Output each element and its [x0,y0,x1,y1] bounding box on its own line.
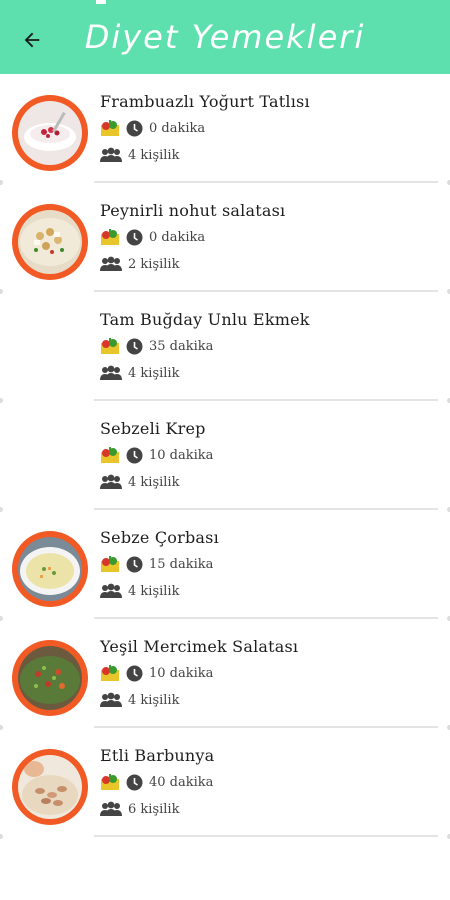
recipe-servings: 4 kişilik [128,692,180,708]
recipe-item[interactable]: Sebzeli Krep 10 dakika 4 kişilik [0,401,450,512]
recipe-thumbnail [12,95,88,171]
recipe-servings: 4 kişilik [128,365,180,381]
recipe-thumbnail [12,749,88,825]
recipe-name: Yeşil Mercimek Salatası [100,637,299,656]
recipe-thumbnail [12,531,88,607]
clock-icon [126,774,143,790]
clock-icon [126,338,143,354]
vegetables-icon [101,665,119,681]
people-icon [100,692,122,707]
recipe-time: 35 dakika [149,338,214,354]
people-icon [100,147,122,162]
recipe-time: 0 dakika [149,229,206,245]
app-bar: Diyet Yemekleri [0,0,450,74]
recipe-name: Peynirli nohut salatası [100,201,286,220]
recipe-time: 10 dakika [149,447,214,463]
people-icon [100,474,122,489]
recipe-name: Sebzeli Krep [100,419,206,438]
recipe-servings: 4 kişilik [128,583,180,599]
vegetables-icon [101,120,119,136]
recipe-name: Tam Buğday Unlu Ekmek [100,310,310,329]
vegetables-icon [101,447,119,463]
divider [94,835,438,837]
recipe-item[interactable]: Frambuazlı Yoğurt Tatlısı 0 dakika 4 kiş… [0,74,450,185]
people-icon [100,801,122,816]
recipe-name: Frambuazlı Yoğurt Tatlısı [100,92,310,111]
clock-icon [126,665,143,681]
people-icon [100,365,122,380]
recipe-item[interactable]: Etli Barbunya 40 dakika 6 kişilik [0,728,450,839]
people-icon [100,583,122,598]
people-icon [100,256,122,271]
vegetables-icon [101,338,119,354]
recipe-time: 15 dakika [149,556,214,572]
recipe-list: Frambuazlı Yoğurt Tatlısı 0 dakika 4 kiş… [0,74,450,839]
recipe-servings: 4 kişilik [128,147,180,163]
recipe-item[interactable]: Tam Buğday Unlu Ekmek 35 dakika 4 kişili… [0,292,450,403]
recipe-thumbnail [12,204,88,280]
vegetables-icon [101,556,119,572]
recipe-servings: 2 kişilik [128,256,180,272]
recipe-item[interactable]: Sebze Çorbası 15 dakika 4 kişilik [0,510,450,621]
vegetables-icon [101,774,119,790]
clock-icon [126,229,143,245]
status-indicator [96,0,106,4]
clock-icon [126,556,143,572]
clock-icon [126,120,143,136]
recipe-time: 10 dakika [149,665,214,681]
recipe-item[interactable]: Peynirli nohut salatası 0 dakika 2 kişil… [0,183,450,294]
recipe-servings: 4 kişilik [128,474,180,490]
recipe-time: 0 dakika [149,120,206,136]
clock-icon [126,447,143,463]
recipe-name: Sebze Çorbası [100,528,219,547]
recipe-time: 40 dakika [149,774,214,790]
divider-dot [0,834,3,839]
vegetables-icon [101,229,119,245]
recipe-item[interactable]: Yeşil Mercimek Salatası 10 dakika 4 kişi… [0,619,450,730]
page-title: Diyet Yemekleri [84,18,366,56]
recipe-servings: 6 kişilik [128,801,180,817]
recipe-thumbnail [12,640,88,716]
recipe-name: Etli Barbunya [100,746,215,765]
